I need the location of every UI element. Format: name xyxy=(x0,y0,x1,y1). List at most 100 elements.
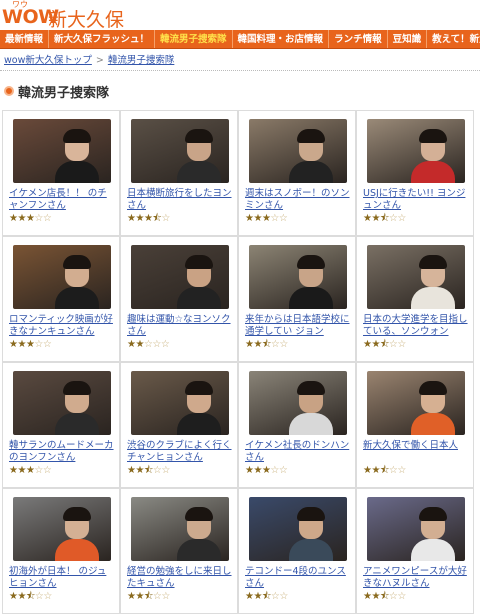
profile-name-link[interactable]: 来年からは日本語学校に通学してい ジョン xyxy=(245,314,351,338)
profile-name-link[interactable]: USJに行きたい!! ヨンジュンさん xyxy=(363,188,469,212)
profile-photo[interactable] xyxy=(13,119,111,183)
nav-item-0[interactable]: 最新情報 xyxy=(0,30,50,48)
star-empty-icon: ☆ xyxy=(161,213,170,224)
star-full-icon: ★ xyxy=(135,591,144,602)
star-full-icon: ★ xyxy=(371,213,380,224)
star-empty-icon: ☆ xyxy=(397,213,406,224)
star-half-icon: ⯪ xyxy=(379,591,389,602)
star-half-icon: ⯪ xyxy=(379,339,389,350)
nav-item-2[interactable]: 韓流男子捜索隊 xyxy=(155,30,233,48)
nav-item-1[interactable]: 新大久保フラッシュ！ xyxy=(49,30,156,48)
breadcrumb-current-link[interactable]: 韓流男子捜索隊 xyxy=(108,55,175,66)
profile-photo[interactable] xyxy=(131,245,229,309)
star-full-icon: ★ xyxy=(135,339,144,350)
star-rating: ★★★☆☆ xyxy=(245,213,288,224)
star-full-icon: ★ xyxy=(253,465,262,476)
profile-name-link[interactable]: 日本の大学進学を目指している、ソンウォン xyxy=(363,314,469,338)
star-empty-icon: ☆ xyxy=(42,339,52,350)
profile-name-link[interactable]: 趣味は運動☆なヨンソクさん xyxy=(127,314,233,338)
star-empty-icon: ☆ xyxy=(397,339,406,350)
profile-name-link[interactable]: イケメン店長！！ のチャンフンさん xyxy=(9,188,115,212)
star-half-icon: ⯪ xyxy=(143,465,153,476)
star-rating: ★★⯪☆☆ xyxy=(9,591,52,602)
profile-photo[interactable] xyxy=(367,119,465,183)
breadcrumb-home-link[interactable]: wow新大久保トップ xyxy=(4,55,92,66)
logo-name: 新大久保 xyxy=(48,9,125,31)
star-rating: ★★⯪☆☆ xyxy=(363,213,406,224)
star-empty-icon: ☆ xyxy=(270,465,279,476)
profile-card: 週末はスノボー！のソンミンさん ★★★☆☆ xyxy=(238,110,356,236)
star-full-icon: ★ xyxy=(135,465,144,476)
nav-item-6[interactable]: 教えて！新大久保 xyxy=(427,30,480,48)
profile-name-link[interactable]: 新大久保で働く日本人 xyxy=(363,440,469,452)
star-empty-icon: ☆ xyxy=(34,465,43,476)
profile-photo[interactable] xyxy=(367,245,465,309)
star-rating: ★★⯪☆☆ xyxy=(363,465,406,476)
profile-name-link[interactable]: 初海外が日本！ のジュヒョンさん xyxy=(9,566,115,590)
profile-photo[interactable] xyxy=(249,119,347,183)
star-rating: ★★★☆☆ xyxy=(245,465,288,476)
star-empty-icon: ☆ xyxy=(152,339,161,350)
star-empty-icon: ☆ xyxy=(397,465,406,476)
star-empty-icon: ☆ xyxy=(34,339,43,350)
star-full-icon: ★ xyxy=(135,213,144,224)
profile-card: 韓サランのムードメーカのヨンフンさん ★★★☆☆ xyxy=(2,362,120,488)
star-full-icon: ★ xyxy=(17,213,26,224)
profile-photo[interactable] xyxy=(249,245,347,309)
star-full-icon: ★ xyxy=(371,339,380,350)
profile-card: イケメン店長！！ のチャンフンさん ★★★☆☆ xyxy=(2,110,120,236)
profile-photo[interactable] xyxy=(13,497,111,561)
star-half-icon: ⯪ xyxy=(379,465,389,476)
profile-photo[interactable] xyxy=(249,497,347,561)
star-empty-icon: ☆ xyxy=(42,213,52,224)
profile-name-link[interactable]: 週末はスノボー！のソンミンさん xyxy=(245,188,351,212)
profile-name-link[interactable]: 渋谷のクラブによく行くチャンヒョンさん xyxy=(127,440,233,464)
profile-photo[interactable] xyxy=(249,371,347,435)
star-rating: ★★⯪☆☆ xyxy=(245,591,288,602)
star-full-icon: ★ xyxy=(371,591,380,602)
profile-photo[interactable] xyxy=(13,371,111,435)
profile-name-link[interactable]: 韓サランのムードメーカのヨンフンさん xyxy=(9,440,115,464)
star-empty-icon: ☆ xyxy=(161,591,170,602)
star-half-icon: ⯪ xyxy=(261,339,271,350)
profile-name-link[interactable]: イケメン社長のドンハンさん xyxy=(245,440,351,464)
star-empty-icon: ☆ xyxy=(34,213,43,224)
profile-name-link[interactable]: 経営の勉強をしに来日したキュさん xyxy=(127,566,233,590)
star-rating: ★★★☆☆ xyxy=(9,213,52,224)
profile-photo[interactable] xyxy=(131,371,229,435)
profile-photo[interactable] xyxy=(367,371,465,435)
site-logo[interactable]: ワウ WOW 新大久保 xyxy=(0,0,480,31)
page-title: 韓流男子捜索隊 xyxy=(4,82,109,101)
breadcrumb: wow新大久保トップ > 韓流男子捜索隊 xyxy=(0,53,480,71)
nav-item-5[interactable]: 豆知識 xyxy=(388,30,428,48)
profile-card: USJに行きたい!! ヨンジュンさん ★★⯪☆☆ xyxy=(356,110,474,236)
nav-item-3[interactable]: 韓国料理・お店情報 xyxy=(233,30,330,48)
profile-photo[interactable] xyxy=(131,119,229,183)
star-full-icon: ★ xyxy=(253,213,262,224)
star-rating: ★★⯪☆☆ xyxy=(127,465,170,476)
star-full-icon: ★ xyxy=(17,591,26,602)
profile-card: 日本横断旅行をしたヨンさん ★★★⯪☆ xyxy=(120,110,238,236)
star-half-icon: ⯪ xyxy=(25,591,35,602)
star-full-icon: ★ xyxy=(17,339,26,350)
star-empty-icon: ☆ xyxy=(42,465,52,476)
profile-photo[interactable] xyxy=(131,497,229,561)
breadcrumb-separator: > xyxy=(95,55,104,66)
nav-item-4[interactable]: ランチ情報 xyxy=(329,30,388,48)
star-full-icon: ★ xyxy=(253,591,262,602)
profile-name-link[interactable]: 日本横断旅行をしたヨンさん xyxy=(127,188,233,212)
profile-card: アニメワンピースが大好きなハヌルさん ★★⯪☆☆ xyxy=(356,488,474,614)
profile-card: イケメン社長のドンハンさん ★★★☆☆ xyxy=(238,362,356,488)
profile-card: 新大久保で働く日本人 ★★⯪☆☆ xyxy=(356,362,474,488)
profile-card: 渋谷のクラブによく行くチャンヒョンさん ★★⯪☆☆ xyxy=(120,362,238,488)
star-empty-icon: ☆ xyxy=(278,465,288,476)
profile-photo[interactable] xyxy=(13,245,111,309)
star-full-icon: ★ xyxy=(371,465,380,476)
profile-photo[interactable] xyxy=(367,497,465,561)
profile-name-link[interactable]: ロマンティック映画が好きなナンキュンさん xyxy=(9,314,115,338)
profile-name-link[interactable]: テコンドー4段のユンスさん xyxy=(245,566,351,590)
star-half-icon: ⯪ xyxy=(379,213,389,224)
star-full-icon: ★ xyxy=(253,339,262,350)
profile-name-link[interactable]: アニメワンピースが大好きなハヌルさん xyxy=(363,566,469,590)
profile-card: ロマンティック映画が好きなナンキュンさん ★★★☆☆ xyxy=(2,236,120,362)
